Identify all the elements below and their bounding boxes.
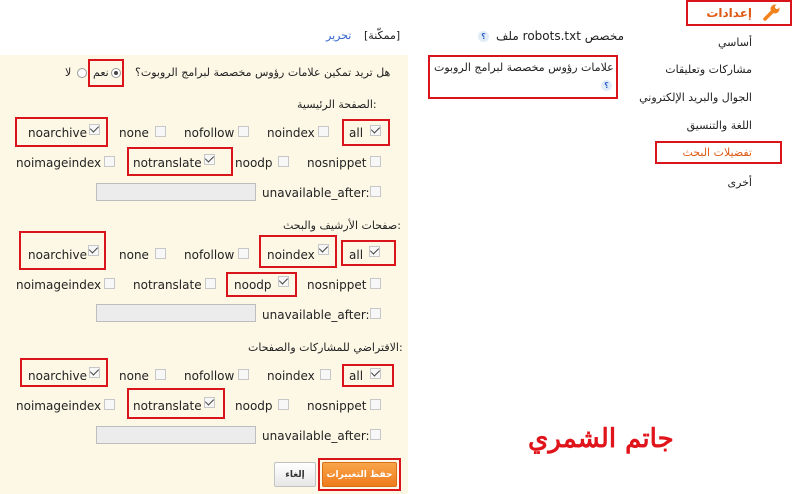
home-notranslate-checkbox[interactable] bbox=[204, 154, 215, 165]
enable-question: هل تريد تمكين علامات رؤوس مخصصة لبرامج ا… bbox=[135, 66, 391, 79]
sidebar-item-posts-comments[interactable]: مشاركات وتعليقات bbox=[665, 63, 752, 76]
default-noimageindex-label: noimageindex bbox=[16, 399, 102, 413]
default-noodp-checkbox[interactable] bbox=[278, 399, 289, 410]
default-noimageindex-checkbox[interactable] bbox=[104, 399, 115, 410]
default-nofollow-label: nofollow bbox=[184, 369, 235, 383]
yes-label: نعم bbox=[93, 66, 109, 79]
archive-unavailable-label: unavailable_after: bbox=[262, 308, 370, 322]
home-section-title: الصفحة الرئيسية: bbox=[297, 98, 377, 111]
default-none-label: none bbox=[119, 369, 149, 383]
sidebar-item-other[interactable]: أخرى bbox=[727, 176, 752, 189]
robots-txt-help-icon[interactable]: ؟ bbox=[478, 31, 489, 42]
default-unavailable-checkbox[interactable] bbox=[370, 429, 381, 440]
sidebar-item-mobile-email[interactable]: الجوال والبريد الإلكتروني bbox=[639, 91, 752, 104]
archive-none-label: none bbox=[119, 248, 149, 262]
robots-txt-status: [ممكّنة] bbox=[364, 29, 401, 42]
archive-unavailable-date-input[interactable] bbox=[96, 304, 256, 322]
home-nosnippet-label: nosnippet bbox=[307, 156, 367, 170]
home-noindex-label: noindex bbox=[267, 126, 315, 140]
sidebar-item-settings[interactable]: إعدادات bbox=[706, 6, 752, 20]
archive-unavailable-checkbox[interactable] bbox=[370, 308, 381, 319]
default-nofollow-checkbox[interactable] bbox=[238, 369, 249, 380]
default-nosnippet-label: nosnippet bbox=[307, 399, 367, 413]
home-notranslate-label: notranslate bbox=[133, 156, 202, 170]
home-unavailable-date-input[interactable] bbox=[96, 183, 256, 201]
robots-tags-title: علامات رؤوس مخصصة لبرامج الروبوت bbox=[434, 61, 614, 74]
robots-txt-title: ملف robots.txt مخصص bbox=[496, 29, 624, 43]
sidebar-item-search-preferences[interactable]: تفضيلات البحث bbox=[682, 146, 752, 159]
cancel-button[interactable]: إلغاء bbox=[274, 462, 316, 487]
archive-all-label: all bbox=[349, 248, 364, 262]
default-noindex-label: noindex bbox=[267, 369, 315, 383]
wrench-icon bbox=[762, 2, 782, 22]
home-all-checkbox[interactable] bbox=[370, 125, 381, 136]
archive-notranslate-checkbox[interactable] bbox=[205, 278, 216, 289]
archive-nofollow-label: nofollow bbox=[184, 248, 235, 262]
home-noodp-label: noodp bbox=[235, 156, 273, 170]
archive-nosnippet-checkbox[interactable] bbox=[370, 278, 381, 289]
robots-tags-help-icon[interactable]: ؟ bbox=[601, 80, 612, 91]
home-noarchive-label: noarchive bbox=[28, 126, 87, 140]
sidebar-item-language[interactable]: اللغة والتنسيق bbox=[687, 119, 752, 132]
home-nofollow-checkbox[interactable] bbox=[238, 126, 249, 137]
default-all-label: all bbox=[349, 369, 364, 383]
archive-nosnippet-label: nosnippet bbox=[307, 278, 367, 292]
yes-radio[interactable] bbox=[111, 68, 121, 78]
archive-noimageindex-label: noimageindex bbox=[16, 278, 102, 292]
archive-noarchive-label: noarchive bbox=[28, 248, 87, 262]
archive-noindex-label: noindex bbox=[267, 248, 315, 262]
home-none-label: none bbox=[119, 126, 149, 140]
home-all-label: all bbox=[349, 126, 364, 140]
default-noindex-checkbox[interactable] bbox=[320, 369, 331, 380]
no-label: لا bbox=[65, 66, 72, 79]
default-none-checkbox[interactable] bbox=[155, 369, 166, 380]
archive-none-checkbox[interactable] bbox=[155, 248, 166, 259]
home-noimageindex-label: noimageindex bbox=[16, 156, 102, 170]
default-notranslate-label: notranslate bbox=[133, 399, 202, 413]
archive-noodp-checkbox[interactable] bbox=[278, 276, 289, 287]
home-noodp-checkbox[interactable] bbox=[278, 156, 289, 167]
home-nofollow-label: nofollow bbox=[184, 126, 235, 140]
archive-all-checkbox[interactable] bbox=[369, 246, 380, 257]
save-button[interactable]: حفظ التغييرات bbox=[322, 462, 397, 487]
default-nosnippet-checkbox[interactable] bbox=[370, 399, 381, 410]
default-notranslate-checkbox[interactable] bbox=[204, 397, 215, 408]
default-noodp-label: noodp bbox=[235, 399, 273, 413]
default-noarchive-checkbox[interactable] bbox=[89, 367, 100, 378]
archive-noindex-checkbox[interactable] bbox=[318, 244, 329, 255]
sidebar-item-basic[interactable]: أساسي bbox=[718, 36, 752, 49]
author-watermark: جاتم الشمري bbox=[528, 424, 674, 454]
archive-nofollow-checkbox[interactable] bbox=[238, 248, 249, 259]
archive-section-title: صفحات الأرشيف والبحث: bbox=[283, 219, 401, 232]
default-unavailable-date-input[interactable] bbox=[96, 426, 256, 444]
archive-noarchive-checkbox[interactable] bbox=[88, 245, 99, 256]
archive-noimageindex-checkbox[interactable] bbox=[104, 278, 115, 289]
home-nosnippet-checkbox[interactable] bbox=[370, 156, 381, 167]
home-unavailable-label: unavailable_after: bbox=[262, 186, 370, 200]
default-all-checkbox[interactable] bbox=[370, 368, 381, 379]
home-unavailable-checkbox[interactable] bbox=[370, 186, 381, 197]
home-noimageindex-checkbox[interactable] bbox=[104, 156, 115, 167]
home-none-checkbox[interactable] bbox=[155, 126, 166, 137]
robots-txt-edit-link[interactable]: تحرير bbox=[326, 29, 351, 42]
home-noarchive-checkbox[interactable] bbox=[89, 124, 100, 135]
home-noindex-checkbox[interactable] bbox=[318, 126, 329, 137]
default-unavailable-label: unavailable_after: bbox=[262, 429, 370, 443]
archive-noodp-label: noodp bbox=[234, 278, 272, 292]
archive-notranslate-label: notranslate bbox=[133, 278, 202, 292]
default-section-title: الافتراضي للمشاركات والصفحات: bbox=[248, 341, 403, 354]
default-noarchive-label: noarchive bbox=[28, 369, 87, 383]
no-radio[interactable] bbox=[77, 68, 87, 78]
